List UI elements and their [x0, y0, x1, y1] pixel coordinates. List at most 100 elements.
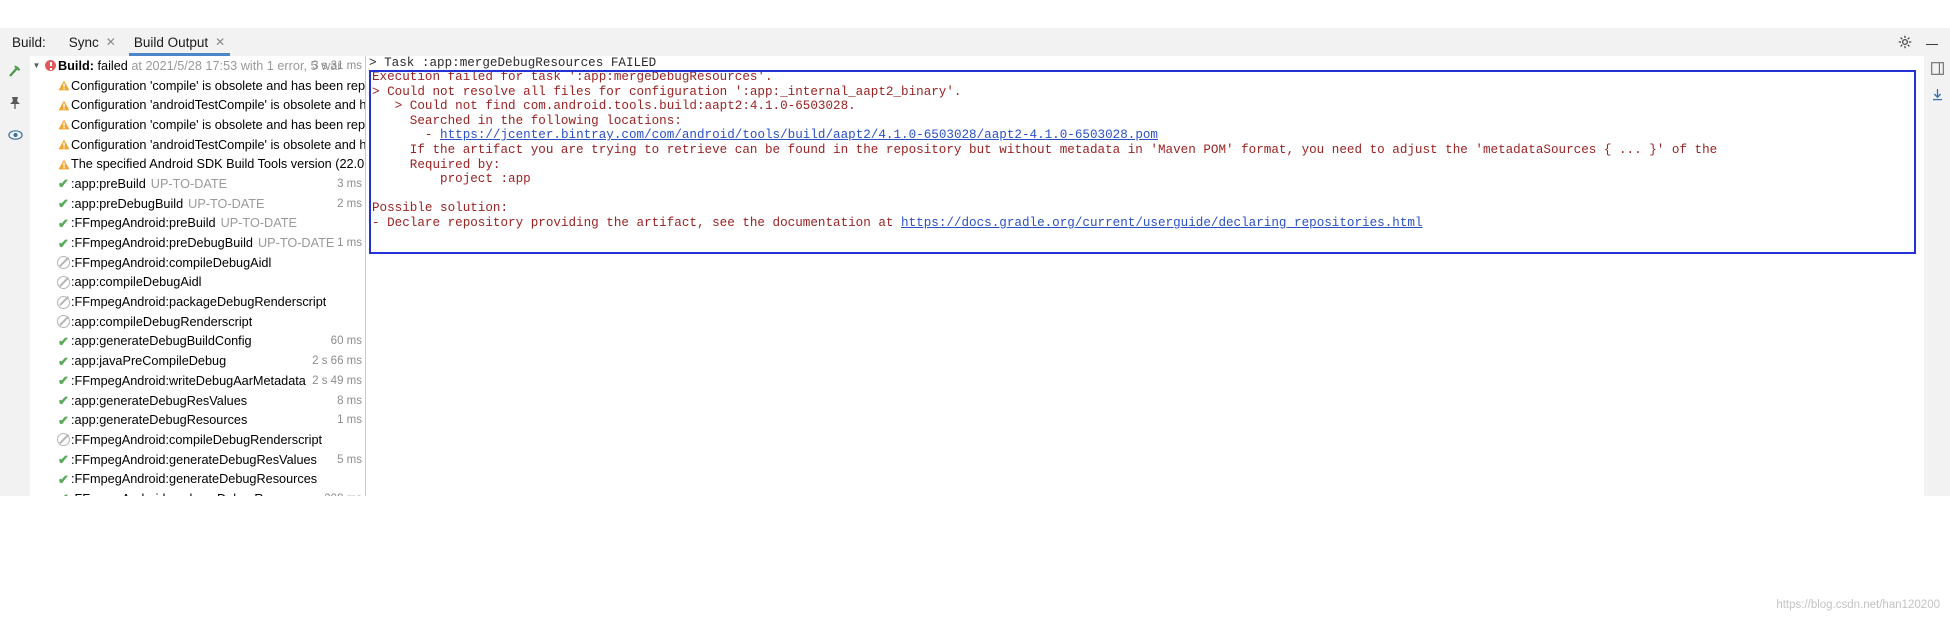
warning-icon — [56, 80, 71, 91]
console-line: If the artifact you are trying to retrie… — [372, 142, 1718, 157]
tab-build-output-label: Build Output — [133, 34, 209, 50]
tab-sync-label: Sync — [68, 34, 99, 50]
success-icon: ✔ — [58, 412, 69, 428]
tree-node-label: :app:generateDebugResValues — [71, 393, 248, 408]
tab-bar: Build: Sync ✕ Build Output ✕ — [0, 28, 1950, 56]
tree-node[interactable]: :FFmpegAndroid:compileDebugAidl — [30, 253, 365, 273]
warning-icon — [56, 159, 71, 170]
tree-node-label: :FFmpegAndroid:generateDebugResources — [71, 472, 318, 487]
tree-root-build[interactable]: ▼ Build: failed at 2021/5/28 17:53 with … — [30, 56, 365, 76]
console-link[interactable]: https://jcenter.bintray.com/com/android/… — [440, 128, 1158, 142]
tree-node[interactable]: Configuration 'androidTestCompile' is ob… — [30, 95, 365, 115]
tree-node-label: :app:preDebugBuild — [71, 196, 184, 211]
warning-icon — [56, 139, 71, 150]
right-toolbar — [1924, 56, 1950, 502]
success-icon: ✔ — [58, 176, 69, 192]
tree-node-label: :FFmpegAndroid:preDebugBuild — [71, 236, 253, 251]
success-icon: ✔ — [58, 373, 69, 389]
build-tree-panel[interactable]: ▼ Build: failed at 2021/5/28 17:53 with … — [30, 56, 366, 496]
tree-node[interactable]: ✔:app:preDebugBuild UP-TO-DATE 2 ms — [30, 194, 365, 214]
success-icon: ✔ — [58, 215, 69, 231]
minimize-icon[interactable] — [1926, 35, 1938, 50]
tree-node-list: Configuration 'compile' is obsolete and … — [30, 76, 365, 496]
chevron-down-icon[interactable]: ▼ — [30, 61, 43, 70]
close-icon[interactable]: ✕ — [106, 36, 116, 48]
tree-node-suffix: UP-TO-DATE — [150, 176, 228, 191]
status-strip — [0, 589, 1950, 617]
tree-node-label: :FFmpegAndroid:compileDebugRenderscript — [71, 432, 323, 447]
skipped-icon — [56, 295, 71, 309]
tree-node-label: :app:generateDebugBuildConfig — [71, 334, 252, 349]
tree-node[interactable]: ✔:FFmpegAndroid:generateDebugResValues 5 … — [30, 450, 365, 470]
download-icon[interactable] — [1931, 88, 1944, 104]
tree-node[interactable]: :FFmpegAndroid:compileDebugRenderscript — [30, 430, 365, 450]
watermark-text: https://blog.csdn.net/han120200 — [1776, 599, 1940, 611]
skipped-icon — [56, 315, 71, 329]
console-line: Searched in the following locations: — [372, 113, 682, 128]
tree-node-duration: 8 ms — [337, 394, 362, 407]
pin-icon[interactable] — [6, 94, 24, 112]
window-controls — [1898, 28, 1950, 56]
warning-icon — [56, 119, 71, 130]
tree-node[interactable]: ✔:app:generateDebugBuildConfig 60 ms — [30, 332, 365, 352]
tree-node[interactable]: ✔:app:generateDebugResources 1 ms — [30, 410, 365, 430]
tree-node-label: Configuration 'androidTestCompile' is ob… — [71, 98, 365, 113]
console-output: Execution failed for task ':app:mergeDeb… — [369, 70, 1916, 254]
gear-icon[interactable] — [1898, 35, 1912, 49]
tool-window-label: Build: — [12, 34, 46, 50]
build-output-window: Build: Sync ✕ Build Output ✕ ▼ Build: fa… — [0, 0, 1950, 617]
tree-node[interactable]: ✔:app:generateDebugResValues 8 ms — [30, 391, 365, 411]
tree-node-label: Configuration 'androidTestCompile' is ob… — [71, 137, 365, 152]
tree-node-label: :FFmpegAndroid:generateDebugResValues — [71, 452, 317, 467]
tree-node[interactable]: Configuration 'androidTestCompile' is ob… — [30, 135, 365, 155]
tree-node-label: :app:compileDebugAidl — [71, 275, 202, 290]
build-label: Build: — [58, 58, 94, 73]
skipped-icon — [56, 275, 71, 289]
tree-node-suffix: UP-TO-DATE — [220, 216, 297, 231]
hammer-icon[interactable] — [6, 62, 24, 80]
tree-node[interactable]: ✔:FFmpegAndroid:generateDebugResources — [30, 469, 365, 489]
console-line: Possible solution: — [372, 201, 509, 216]
tree-node[interactable]: :app:compileDebugRenderscript — [30, 312, 365, 332]
console-line: project :app — [372, 172, 531, 187]
tree-node[interactable]: ✔:FFmpegAndroid:packageDebugResources208… — [30, 489, 365, 496]
tree-node[interactable]: :FFmpegAndroid:packageDebugRenderscript — [30, 292, 365, 312]
tree-node-duration: 5 ms — [337, 453, 362, 466]
tree-node-duration: 2 s 49 ms — [312, 374, 362, 387]
tree-node[interactable]: ✔:app:preBuild UP-TO-DATE 3 ms — [30, 174, 365, 194]
build-status: failed — [97, 58, 128, 73]
close-icon[interactable]: ✕ — [215, 36, 225, 48]
tab-sync[interactable]: Sync ✕ — [60, 28, 125, 56]
eye-icon[interactable] — [6, 126, 24, 144]
tree-node[interactable]: ✔:app:javaPreCompileDebug 2 s 66 ms — [30, 351, 365, 371]
tree-node-duration: 2 s 66 ms — [312, 355, 362, 368]
tree-node[interactable]: ✔:FFmpegAndroid:writeDebugAarMetadata 2 s… — [30, 371, 365, 391]
console-link[interactable]: https://docs.gradle.org/current/userguid… — [901, 216, 1422, 230]
panel-icon[interactable] — [1930, 62, 1944, 78]
tree-node[interactable]: Configuration 'compile' is obsolete and … — [30, 115, 365, 135]
tree-node-label: :app:compileDebugRenderscript — [71, 314, 253, 329]
panel-bottom-area — [0, 496, 1950, 589]
tree-node[interactable]: ✔:FFmpegAndroid:preBuild UP-TO-DATE — [30, 214, 365, 234]
tree-node-label: :app:preBuild — [71, 176, 146, 191]
left-toolbar — [0, 56, 30, 502]
success-icon: ✔ — [58, 333, 69, 349]
tab-build-output[interactable]: Build Output ✕ — [125, 28, 234, 56]
tree-node[interactable]: The specified Android SDK Build Tools ve… — [30, 154, 365, 174]
tree-node[interactable]: Configuration 'compile' is obsolete and … — [30, 76, 365, 96]
tree-node-label: :FFmpegAndroid:packageDebugRenderscript — [71, 295, 327, 310]
tree-node[interactable]: ✔:FFmpegAndroid:preDebugBuild UP-TO-DATE 1… — [30, 233, 365, 253]
console-line: - Declare repository providing the artif… — [372, 215, 1423, 230]
success-icon: ✔ — [58, 235, 69, 251]
tree-node-label: :FFmpegAndroid:writeDebugAarMetadata — [71, 373, 306, 388]
tree-node-duration: 3 ms — [337, 177, 362, 190]
warning-icon — [56, 100, 71, 111]
tree-node[interactable]: :app:compileDebugAidl — [30, 273, 365, 293]
tree-node-label: Configuration 'compile' is obsolete and … — [71, 78, 365, 93]
tree-node-label: :app:generateDebugResources — [71, 413, 248, 428]
console-line: Execution failed for task ':app:mergeDeb… — [372, 70, 773, 84]
tree-node-duration: 1 ms — [337, 237, 362, 250]
tree-node-duration: 60 ms — [330, 335, 362, 348]
console-panel[interactable]: > Task :app:mergeDebugResources FAILED E… — [366, 56, 1924, 496]
